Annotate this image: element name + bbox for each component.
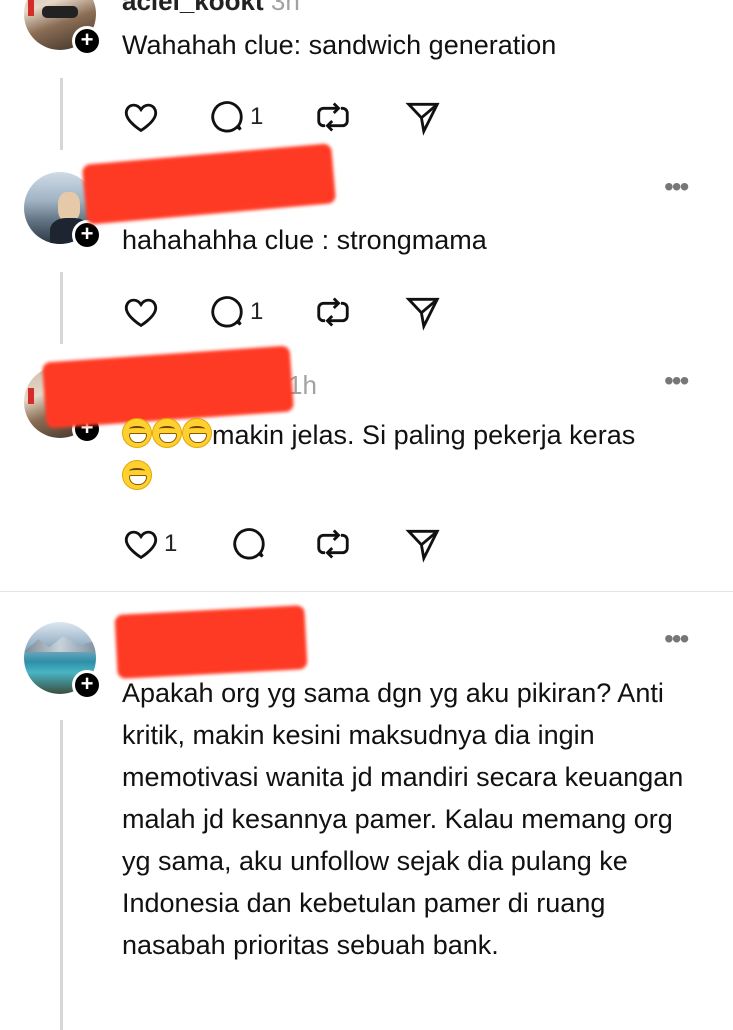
comment-bubble-icon bbox=[211, 296, 243, 328]
repost-icon bbox=[317, 102, 349, 132]
more-dots-icon: ••• bbox=[664, 171, 689, 202]
repost-icon bbox=[317, 297, 349, 327]
more-dots-icon: ••• bbox=[664, 623, 689, 654]
thread-post: + aclel_kookt 3h Wahahah clue: sandwich … bbox=[0, 0, 733, 160]
more-options-button[interactable]: ••• bbox=[664, 367, 704, 400]
post-text: hahahahha clue : strongmama bbox=[122, 225, 487, 255]
avatar-container[interactable]: + bbox=[24, 0, 102, 56]
thread-connector-line bbox=[60, 78, 63, 150]
like-button[interactable] bbox=[122, 97, 164, 137]
redaction-mark bbox=[114, 605, 308, 679]
sweat-smile-emoji bbox=[122, 460, 152, 490]
thread-post: + r ••• Apakah org yg sama dgn yg aku pi… bbox=[0, 592, 733, 1030]
post-text: Apakah org yg sama dgn yg aku pikiran? A… bbox=[122, 678, 684, 960]
post-text-container: makin jelas. Si paling pekerja keras bbox=[122, 414, 712, 498]
heart-icon bbox=[124, 103, 158, 133]
repost-button[interactable] bbox=[314, 97, 352, 137]
comment-bubble-icon bbox=[211, 101, 243, 133]
repost-button[interactable] bbox=[314, 292, 352, 332]
like-count: 1 bbox=[164, 530, 178, 557]
avatar-container[interactable]: + bbox=[24, 622, 102, 700]
repost-button[interactable] bbox=[314, 524, 352, 564]
share-button[interactable] bbox=[404, 524, 442, 564]
like-button[interactable] bbox=[122, 292, 164, 332]
post-username[interactable]: aclel_kookt 3h bbox=[122, 0, 300, 17]
heart-icon bbox=[124, 298, 158, 328]
thread-post: + hani 2h ••• hahahahha clue : strongmam… bbox=[0, 143, 733, 360]
reply-count: 1 bbox=[250, 103, 264, 130]
reply-button[interactable] bbox=[230, 524, 272, 564]
thread-connector-line bbox=[60, 720, 63, 1030]
reply-count: 1 bbox=[250, 298, 264, 325]
more-dots-icon: ••• bbox=[664, 365, 689, 396]
grin-emoji bbox=[152, 418, 182, 448]
post-actions: 1 bbox=[122, 97, 442, 137]
post-text: makin jelas. Si paling pekerja keras bbox=[212, 420, 636, 450]
username-text: aclel_kookt bbox=[122, 0, 264, 16]
follow-plus-icon[interactable]: + bbox=[72, 670, 102, 700]
grin-emoji bbox=[182, 418, 212, 448]
post-text: Wahahah clue: sandwich generation bbox=[122, 30, 557, 60]
post-time: 3h bbox=[270, 0, 300, 16]
repost-icon bbox=[317, 529, 349, 559]
follow-plus-icon[interactable]: + bbox=[72, 26, 102, 56]
send-icon bbox=[405, 529, 440, 563]
reply-button[interactable]: 1 bbox=[208, 292, 263, 332]
thread-post: + 1h ••• makin jelas. Si paling pekerja … bbox=[0, 345, 733, 590]
follow-plus-icon[interactable]: + bbox=[72, 220, 102, 250]
thread-connector-line bbox=[60, 272, 63, 344]
send-icon bbox=[405, 102, 440, 136]
post-actions: 1 bbox=[122, 292, 442, 332]
share-button[interactable] bbox=[404, 97, 442, 137]
like-button[interactable]: 1 bbox=[122, 524, 177, 564]
more-options-button[interactable]: ••• bbox=[664, 625, 704, 658]
post-actions: 1 bbox=[122, 524, 442, 564]
comment-bubble-icon bbox=[233, 528, 265, 560]
grin-emoji bbox=[122, 418, 152, 448]
more-options-button[interactable]: ••• bbox=[664, 173, 704, 206]
send-icon bbox=[405, 297, 440, 331]
reply-button[interactable]: 1 bbox=[208, 97, 263, 137]
heart-icon bbox=[124, 530, 158, 560]
share-button[interactable] bbox=[404, 292, 442, 332]
